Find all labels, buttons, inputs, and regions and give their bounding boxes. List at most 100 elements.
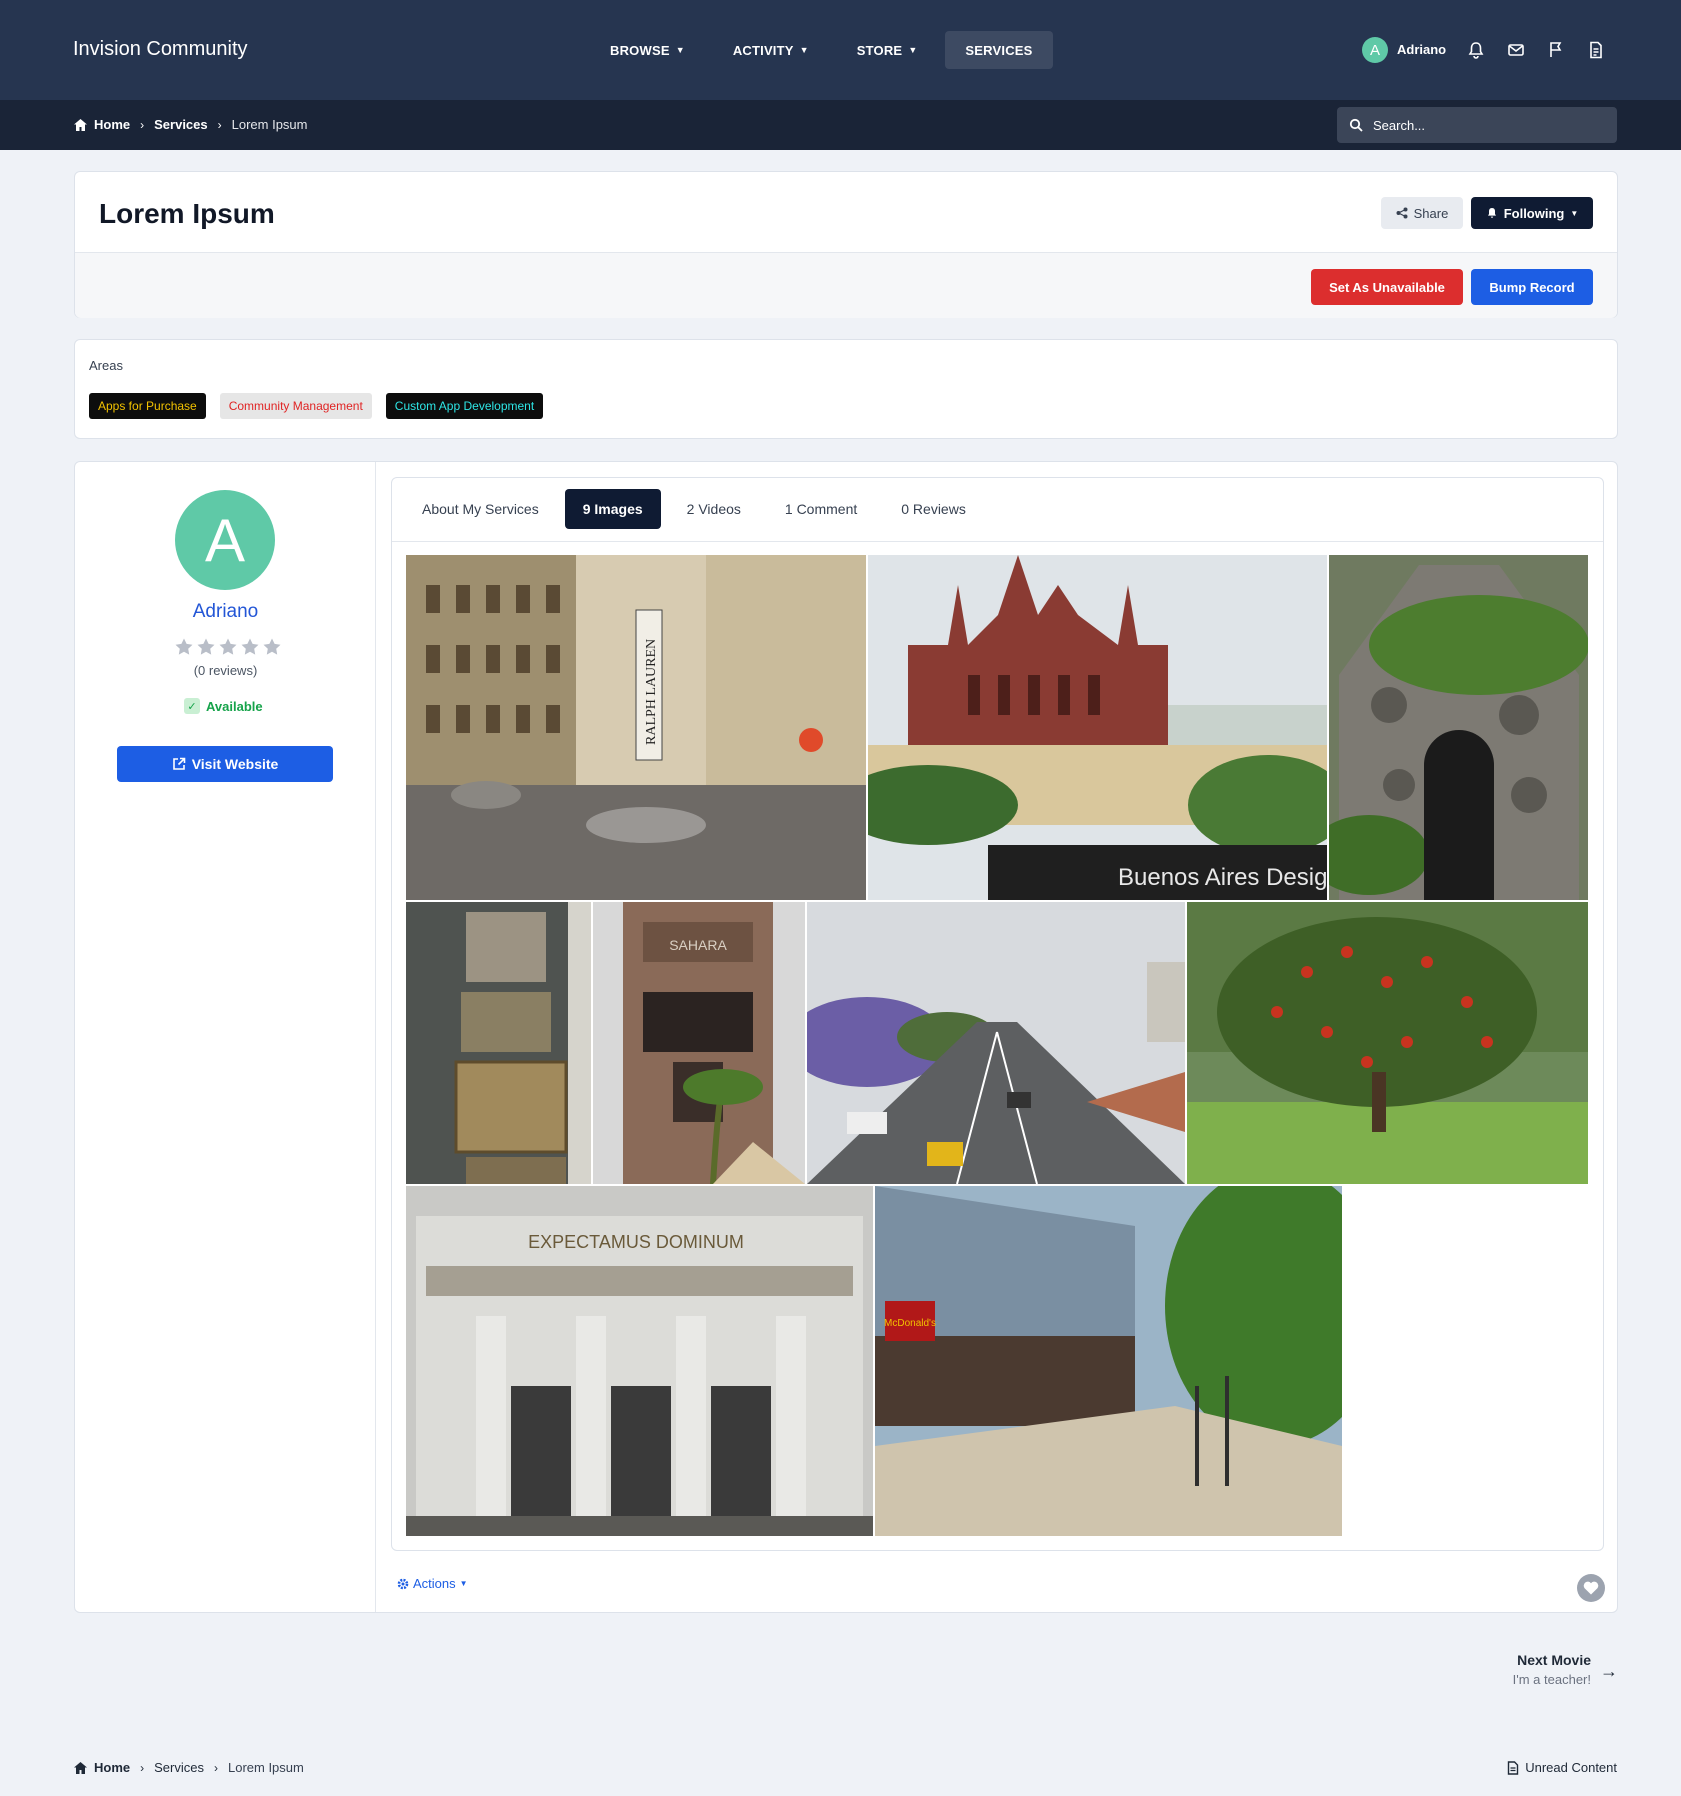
availability-label: Available xyxy=(206,698,263,714)
heart-icon xyxy=(1583,1581,1599,1595)
availability-status: ✓ Available xyxy=(184,698,263,714)
following-button[interactable]: Following ▼ xyxy=(1471,197,1593,229)
check-icon: ✓ xyxy=(184,698,200,714)
content-tabs-box: About My Services 9 Images 2 Videos 1 Co… xyxy=(391,477,1604,1551)
nav-label: SERVICES xyxy=(965,42,1033,58)
photo-street-buildings[interactable]: RALPH LAUREN xyxy=(406,555,866,900)
tab-videos[interactable]: 2 Videos xyxy=(669,489,759,529)
chevron-down-icon: ▼ xyxy=(675,45,685,55)
next-item-title: I'm a teacher! xyxy=(1512,1672,1591,1687)
rating-stars xyxy=(174,637,282,657)
gear-icon xyxy=(397,1578,409,1589)
document-icon xyxy=(1508,1760,1519,1775)
set-unavailable-button[interactable]: Set As Unavailable xyxy=(1311,269,1463,305)
sign-text: Buenos Aires Design: xyxy=(1118,864,1327,891)
breadcrumb-current: Lorem Ipsum xyxy=(231,117,308,132)
record-header-panel: Lorem Ipsum Share Following ▼ Set As Una… xyxy=(74,171,1618,318)
chevron-down-icon: ▼ xyxy=(459,1579,468,1588)
next-item-link[interactable]: Next Movie I'm a teacher! xyxy=(1513,1652,1591,1687)
chevron-right-icon: › xyxy=(213,1760,218,1775)
photo-stone-tower[interactable]: SAHARA xyxy=(593,902,805,1184)
tab-images[interactable]: 9 Images xyxy=(564,489,661,529)
visit-website-button[interactable]: Visit Website xyxy=(117,746,333,782)
areas-panel: Areas Apps for Purchase Community Manage… xyxy=(74,339,1618,439)
chevron-right-icon: › xyxy=(217,117,222,132)
document-icon[interactable] xyxy=(1586,40,1606,60)
site-brand[interactable]: Invision Community xyxy=(73,38,248,61)
nav-activity[interactable]: ACTIVITY ▼ xyxy=(713,31,829,69)
breadcrumb-home[interactable]: Home xyxy=(73,1760,130,1775)
breadcrumb-current: Lorem Ipsum xyxy=(227,1760,304,1775)
breadcrumb-services[interactable]: Services xyxy=(154,1760,204,1775)
star-icon xyxy=(263,638,281,655)
following-label: Following xyxy=(1503,205,1565,221)
profile-name[interactable]: Adriano xyxy=(75,601,376,623)
user-menu[interactable]: Adriano xyxy=(1397,42,1446,57)
chevron-down-icon: ▼ xyxy=(908,45,918,55)
tab-about[interactable]: About My Services xyxy=(404,489,557,529)
nav-label: BROWSE xyxy=(610,42,670,58)
star-icon xyxy=(175,638,193,655)
next-item-label: Next Movie xyxy=(1517,1652,1591,1668)
breadcrumb-home-label: Home xyxy=(94,1760,131,1775)
main-nav: BROWSE ▼ ACTIVITY ▼ STORE ▼ SERVICES xyxy=(590,31,1053,69)
photo-avenue[interactable] xyxy=(807,902,1185,1184)
nav-store[interactable]: STORE ▼ xyxy=(837,31,938,69)
nav-label: STORE xyxy=(856,42,903,58)
review-count: (0 reviews) xyxy=(193,663,258,678)
search-input[interactable] xyxy=(1373,117,1593,133)
photo-stone-grotto[interactable] xyxy=(1329,555,1588,900)
area-tags: Apps for Purchase Community Management C… xyxy=(89,393,544,419)
record-actions-bar: Set As Unavailable Bump Record xyxy=(75,253,1617,318)
user-avatar[interactable]: A xyxy=(1362,37,1388,63)
unread-content-label: Unread Content xyxy=(1525,1760,1617,1775)
nav-browse[interactable]: BROWSE ▼ xyxy=(590,31,705,69)
chevron-down-icon: ▼ xyxy=(799,45,809,55)
profile-avatar[interactable]: A xyxy=(175,490,275,590)
content-tabs: About My Services 9 Images 2 Videos 1 Co… xyxy=(404,489,984,529)
external-link-icon xyxy=(172,757,185,770)
share-icon xyxy=(1396,207,1408,219)
arrow-right-icon[interactable]: → xyxy=(1600,1661,1618,1682)
tag-apps-for-purchase[interactable]: Apps for Purchase xyxy=(89,393,206,419)
photo-red-church[interactable]: Buenos Aires Design: xyxy=(868,555,1327,900)
bell-icon[interactable] xyxy=(1466,40,1486,60)
photo-shopping-street[interactable]: McDonald's xyxy=(875,1186,1342,1536)
tab-comments[interactable]: 1 Comment xyxy=(767,489,875,529)
share-button[interactable]: Share xyxy=(1381,197,1463,229)
breadcrumb-services[interactable]: Services xyxy=(154,117,208,132)
actions-menu[interactable]: Actions ▼ xyxy=(397,1576,468,1591)
star-icon xyxy=(219,638,237,655)
bump-record-button[interactable]: Bump Record xyxy=(1471,269,1593,305)
search-box[interactable] xyxy=(1337,107,1617,143)
unread-content-link[interactable]: Unread Content xyxy=(1507,1760,1617,1775)
bell-icon xyxy=(1487,208,1496,218)
breadcrumb-home[interactable]: Home xyxy=(73,117,130,132)
visit-website-label: Visit Website xyxy=(191,756,279,772)
flag-icon[interactable] xyxy=(1546,40,1566,60)
areas-label: Areas xyxy=(89,358,123,373)
chevron-right-icon: › xyxy=(140,1760,145,1775)
photo-red-tree[interactable] xyxy=(1187,902,1588,1184)
tag-community-management[interactable]: Community Management xyxy=(219,393,372,419)
sign-text: RALPH LAUREN xyxy=(644,639,659,745)
footer-breadcrumb: Home › Services › Lorem Ipsum xyxy=(73,1760,304,1775)
profile-sidebar: A Adriano (0 reviews) ✓ Available Visit … xyxy=(75,462,376,1612)
tab-reviews[interactable]: 0 Reviews xyxy=(883,489,984,529)
breadcrumb: Home › Services › Lorem Ipsum xyxy=(73,117,308,132)
home-icon xyxy=(74,118,87,131)
tag-custom-app-development[interactable]: Custom App Development xyxy=(385,393,544,419)
photo-bronze-plaques[interactable] xyxy=(406,902,591,1184)
star-icon xyxy=(241,638,259,655)
envelope-icon[interactable] xyxy=(1506,40,1526,60)
like-button[interactable] xyxy=(1577,1574,1605,1602)
divider xyxy=(392,541,1603,542)
page-title: Lorem Ipsum xyxy=(99,198,275,229)
search-icon xyxy=(1349,118,1363,132)
nav-services[interactable]: SERVICES xyxy=(945,31,1053,69)
actions-label: Actions xyxy=(413,1576,456,1591)
sign-text: EXPECTAMUS DOMINUM xyxy=(528,1232,744,1252)
photo-cemetery-gate[interactable]: EXPECTAMUS DOMINUM xyxy=(406,1186,873,1536)
sign-text: McDonald's xyxy=(884,1318,936,1329)
chevron-down-icon: ▼ xyxy=(1570,208,1579,218)
